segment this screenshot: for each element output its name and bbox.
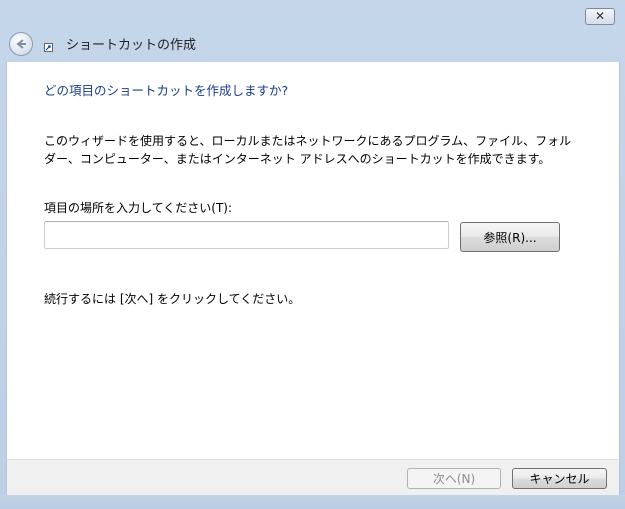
- wizard-footer: 次へ(N) キャンセル: [6, 459, 620, 496]
- close-button[interactable]: ✕: [585, 8, 615, 25]
- close-icon: ✕: [594, 9, 606, 23]
- description-line-1: このウィザードを使用すると、ローカルまたはネットワークにあるプログラム、ファイル…: [44, 134, 572, 148]
- continue-hint: 続行するには [次へ] をクリックしてください。: [44, 292, 301, 306]
- window-bottom-edge: [0, 495, 625, 509]
- shortcut-arrow-icon: [44, 43, 53, 52]
- page-question: どの項目のショートカットを作成しますか?: [44, 83, 289, 98]
- wizard-description: このウィザードを使用すると、ローカルまたはネットワークにあるプログラム、ファイル…: [44, 132, 589, 168]
- description-line-2: ダー、コンピューター、またはインターネット アドレスへのショートカットを作成でき…: [44, 152, 551, 166]
- location-input[interactable]: [44, 221, 449, 249]
- wizard-content: どの項目のショートカットを作成しますか? このウィザードを使用すると、ローカルま…: [6, 62, 620, 459]
- browse-button[interactable]: 参照(R)...: [460, 222, 560, 252]
- back-button[interactable]: [9, 32, 33, 56]
- location-label: 項目の場所を入力してください(T):: [44, 201, 233, 215]
- next-button[interactable]: 次へ(N): [407, 468, 501, 489]
- wizard-header: ショートカットの作成: [0, 24, 625, 62]
- wizard-title: ショートカットの作成: [66, 38, 197, 53]
- back-arrow-icon: [16, 39, 26, 49]
- cancel-button[interactable]: キャンセル: [512, 468, 607, 489]
